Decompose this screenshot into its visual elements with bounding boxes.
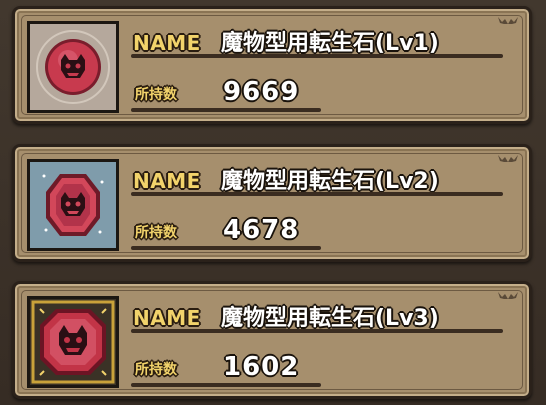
item-count: 9669 <box>223 77 300 107</box>
hexagon-red-monster-stone-icon <box>30 162 116 248</box>
name-underline <box>131 329 503 333</box>
item-list-panel: NAME 魔物型用転生石(Lv1) 所持数 9669 NAME 魔物型用転生石(… <box>0 0 546 405</box>
item-name: 魔物型用転生石(Lv3) <box>221 306 439 331</box>
name-underline <box>131 54 503 58</box>
count-label: 所持数 <box>135 362 177 378</box>
item-card[interactable]: NAME 魔物型用転生石(Lv1) 所持数 9669 <box>12 6 532 124</box>
octagon-red-monster-stone-icon <box>30 299 116 385</box>
item-name: 魔物型用転生石(Lv1) <box>221 31 439 56</box>
item-card[interactable]: NAME 魔物型用転生石(Lv2) 所持数 4678 <box>12 144 532 262</box>
item-thumbnail <box>27 159 119 251</box>
item-card[interactable]: NAME 魔物型用転生石(Lv3) 所持数 1602 <box>12 281 532 399</box>
item-thumbnail <box>27 21 119 113</box>
round-red-monster-stone-icon <box>30 24 116 110</box>
count-underline <box>131 246 321 250</box>
name-label: NAME <box>133 306 201 330</box>
item-count: 1602 <box>223 352 300 382</box>
item-count: 4678 <box>223 215 300 245</box>
name-label: NAME <box>133 169 201 193</box>
item-thumbnail <box>27 296 119 388</box>
bat-icon <box>498 17 518 24</box>
item-name: 魔物型用転生石(Lv2) <box>221 169 439 194</box>
name-underline <box>131 192 503 196</box>
name-label: NAME <box>133 31 201 55</box>
count-label: 所持数 <box>135 225 177 241</box>
count-underline <box>131 108 321 112</box>
bat-icon <box>498 292 518 299</box>
count-underline <box>131 383 321 387</box>
bat-icon <box>498 155 518 162</box>
count-label: 所持数 <box>135 87 177 103</box>
